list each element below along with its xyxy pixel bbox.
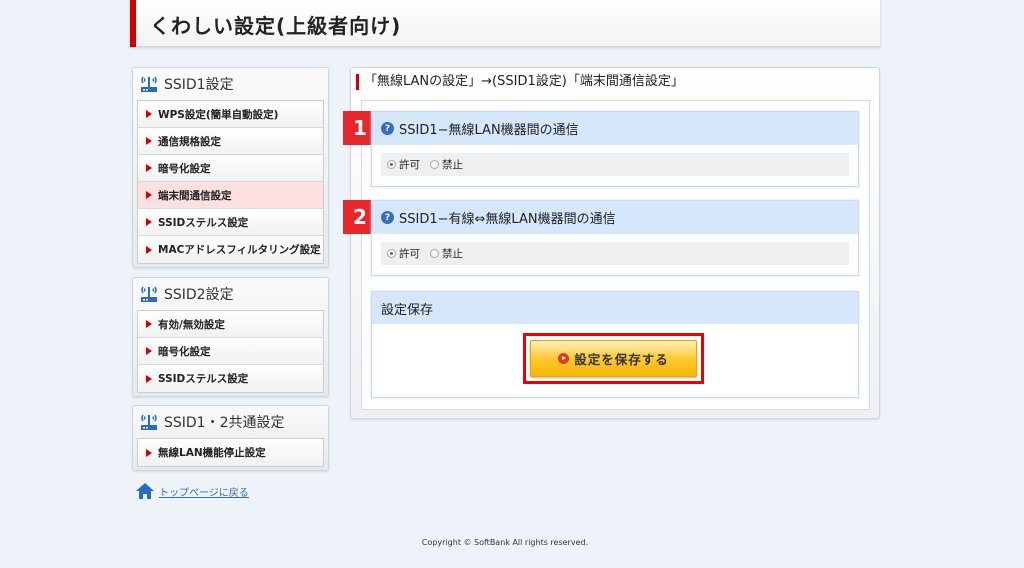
play-icon [558, 353, 570, 364]
sidebar-box-title: SSID1設定 [164, 77, 234, 93]
sidebar-item-label: 暗号化設定 [158, 345, 211, 358]
arrow-right-icon [146, 218, 152, 226]
setting-section-title: SSID1−有線⇔無線LAN機器間の通信 [399, 212, 616, 227]
arrow-right-icon [146, 191, 152, 199]
sidebar-item[interactable]: 暗号化設定 [138, 338, 323, 365]
save-settings-button[interactable]: 設定を保存する [530, 340, 697, 377]
arrow-right-icon [146, 137, 152, 145]
sidebar-box: SSID1設定 WPS設定(簡単自動設定) 通信規格設定 暗号化設定端末間通信設定 SS… [132, 67, 329, 268]
header-accent-bar [130, 0, 136, 47]
page-title: くわしい設定(上級者向け) [150, 14, 402, 38]
sidebar-item[interactable]: 無線LAN機能停止設定 [138, 439, 323, 466]
radio-allow[interactable] [387, 249, 396, 258]
save-settings-label: 設定を保存する [574, 352, 669, 367]
page-header: くわしい設定(上級者向け) [130, 0, 880, 47]
sidebar-box-title: SSID2設定 [164, 287, 234, 303]
radio-deny[interactable] [430, 249, 439, 258]
sidebar-item[interactable]: SSIDステルス設定 [138, 209, 323, 236]
setting-section-title: SSID1−無線LAN機器間の通信 [399, 123, 579, 138]
sidebar-item-label: 有効/無効設定 [158, 318, 225, 331]
setting-section-header: ? SSID1−有線⇔無線LAN機器間の通信 [372, 201, 858, 234]
wifi-router-icon [141, 286, 157, 302]
sidebar-item[interactable]: MACアドレスフィルタリング設定 [138, 236, 323, 263]
sidebar-item-label: 通信規格設定 [158, 135, 221, 148]
sidebar-menu: 有効/無効設定 暗号化設定 SSIDステルス設定 [137, 310, 324, 393]
setting-section-header: ? SSID1−無線LAN機器間の通信 [372, 112, 858, 145]
home-link[interactable]: トップページに戻る [135, 482, 249, 500]
breadcrumb-title: 「無線LANの設定」→(SSID1設定)「端末間通信設定」 [356, 74, 684, 90]
sidebar-item[interactable]: 通信規格設定 [138, 128, 323, 155]
sidebar-item-label: 端末間通信設定 [158, 189, 232, 202]
arrow-right-icon [146, 245, 152, 254]
wifi-router-icon [141, 414, 157, 430]
sidebar-item-label: WPS設定(簡単自動設定) [158, 108, 279, 121]
radio-label: 禁止 [442, 159, 463, 171]
sidebar-box-header: SSID2設定 [133, 278, 328, 310]
radio-group: 許可 禁止 [381, 153, 849, 176]
arrow-right-icon [146, 374, 152, 383]
sidebar-box-title: SSID1・2共通設定 [164, 415, 285, 431]
sidebar-box-header: SSID1設定 [133, 68, 328, 100]
sidebar-box: SSID1・2共通設定無線LAN機能停止設定 [132, 405, 329, 471]
wifi-router-icon [141, 76, 157, 92]
sidebar-item-label: 暗号化設定 [158, 162, 211, 175]
radio-deny[interactable] [430, 160, 439, 169]
sidebar-item[interactable]: SSIDステルス設定 [138, 365, 323, 392]
sidebar-box: SSID2設定有効/無効設定 暗号化設定 SSIDステルス設定 [132, 277, 329, 397]
sidebar-item-label: MACアドレスフィルタリング設定 [158, 244, 321, 256]
sidebar-menu: 無線LAN機能停止設定 [137, 438, 324, 467]
sidebar-item[interactable]: WPS設定(簡単自動設定) [138, 101, 323, 128]
help-icon[interactable]: ? [381, 122, 394, 135]
help-icon[interactable]: ? [381, 211, 394, 224]
radio-label: 許可 [399, 248, 420, 260]
sidebar-item[interactable]: 有効/無効設定 [138, 311, 323, 338]
arrow-right-icon [146, 347, 152, 355]
radio-label: 許可 [399, 159, 420, 171]
radio-label: 禁止 [442, 248, 463, 260]
sidebar-item-label: SSIDステルス設定 [158, 216, 249, 229]
copyright: Copyright © SoftBank All rights reserved… [421, 538, 589, 547]
home-icon [136, 483, 154, 499]
sidebar-item-label: SSIDステルス設定 [158, 373, 249, 385]
sidebar-box-header: SSID1・2共通設定 [133, 406, 328, 438]
sidebar-item-label: 無線LAN機能停止設定 [158, 447, 266, 459]
setting-section: ? SSID1−有線⇔無線LAN機器間の通信 許可 禁止 [371, 200, 859, 276]
arrow-right-icon [146, 110, 152, 118]
home-link-label: トップページに戻る [159, 487, 249, 499]
arrow-right-icon [146, 164, 152, 172]
save-section-title: 設定保存 [372, 292, 858, 324]
arrow-right-icon [146, 320, 152, 328]
radio-allow[interactable] [387, 160, 396, 169]
setting-section: ? SSID1−無線LAN機器間の通信 許可 禁止 [371, 111, 859, 187]
radio-group: 許可 禁止 [381, 242, 849, 265]
arrow-right-icon [146, 448, 152, 457]
sidebar-menu: WPS設定(簡単自動設定) 通信規格設定 暗号化設定端末間通信設定 SSIDステルス設… [137, 100, 324, 264]
sidebar-item[interactable]: 端末間通信設定 [138, 182, 323, 209]
sidebar-item[interactable]: 暗号化設定 [138, 155, 323, 182]
